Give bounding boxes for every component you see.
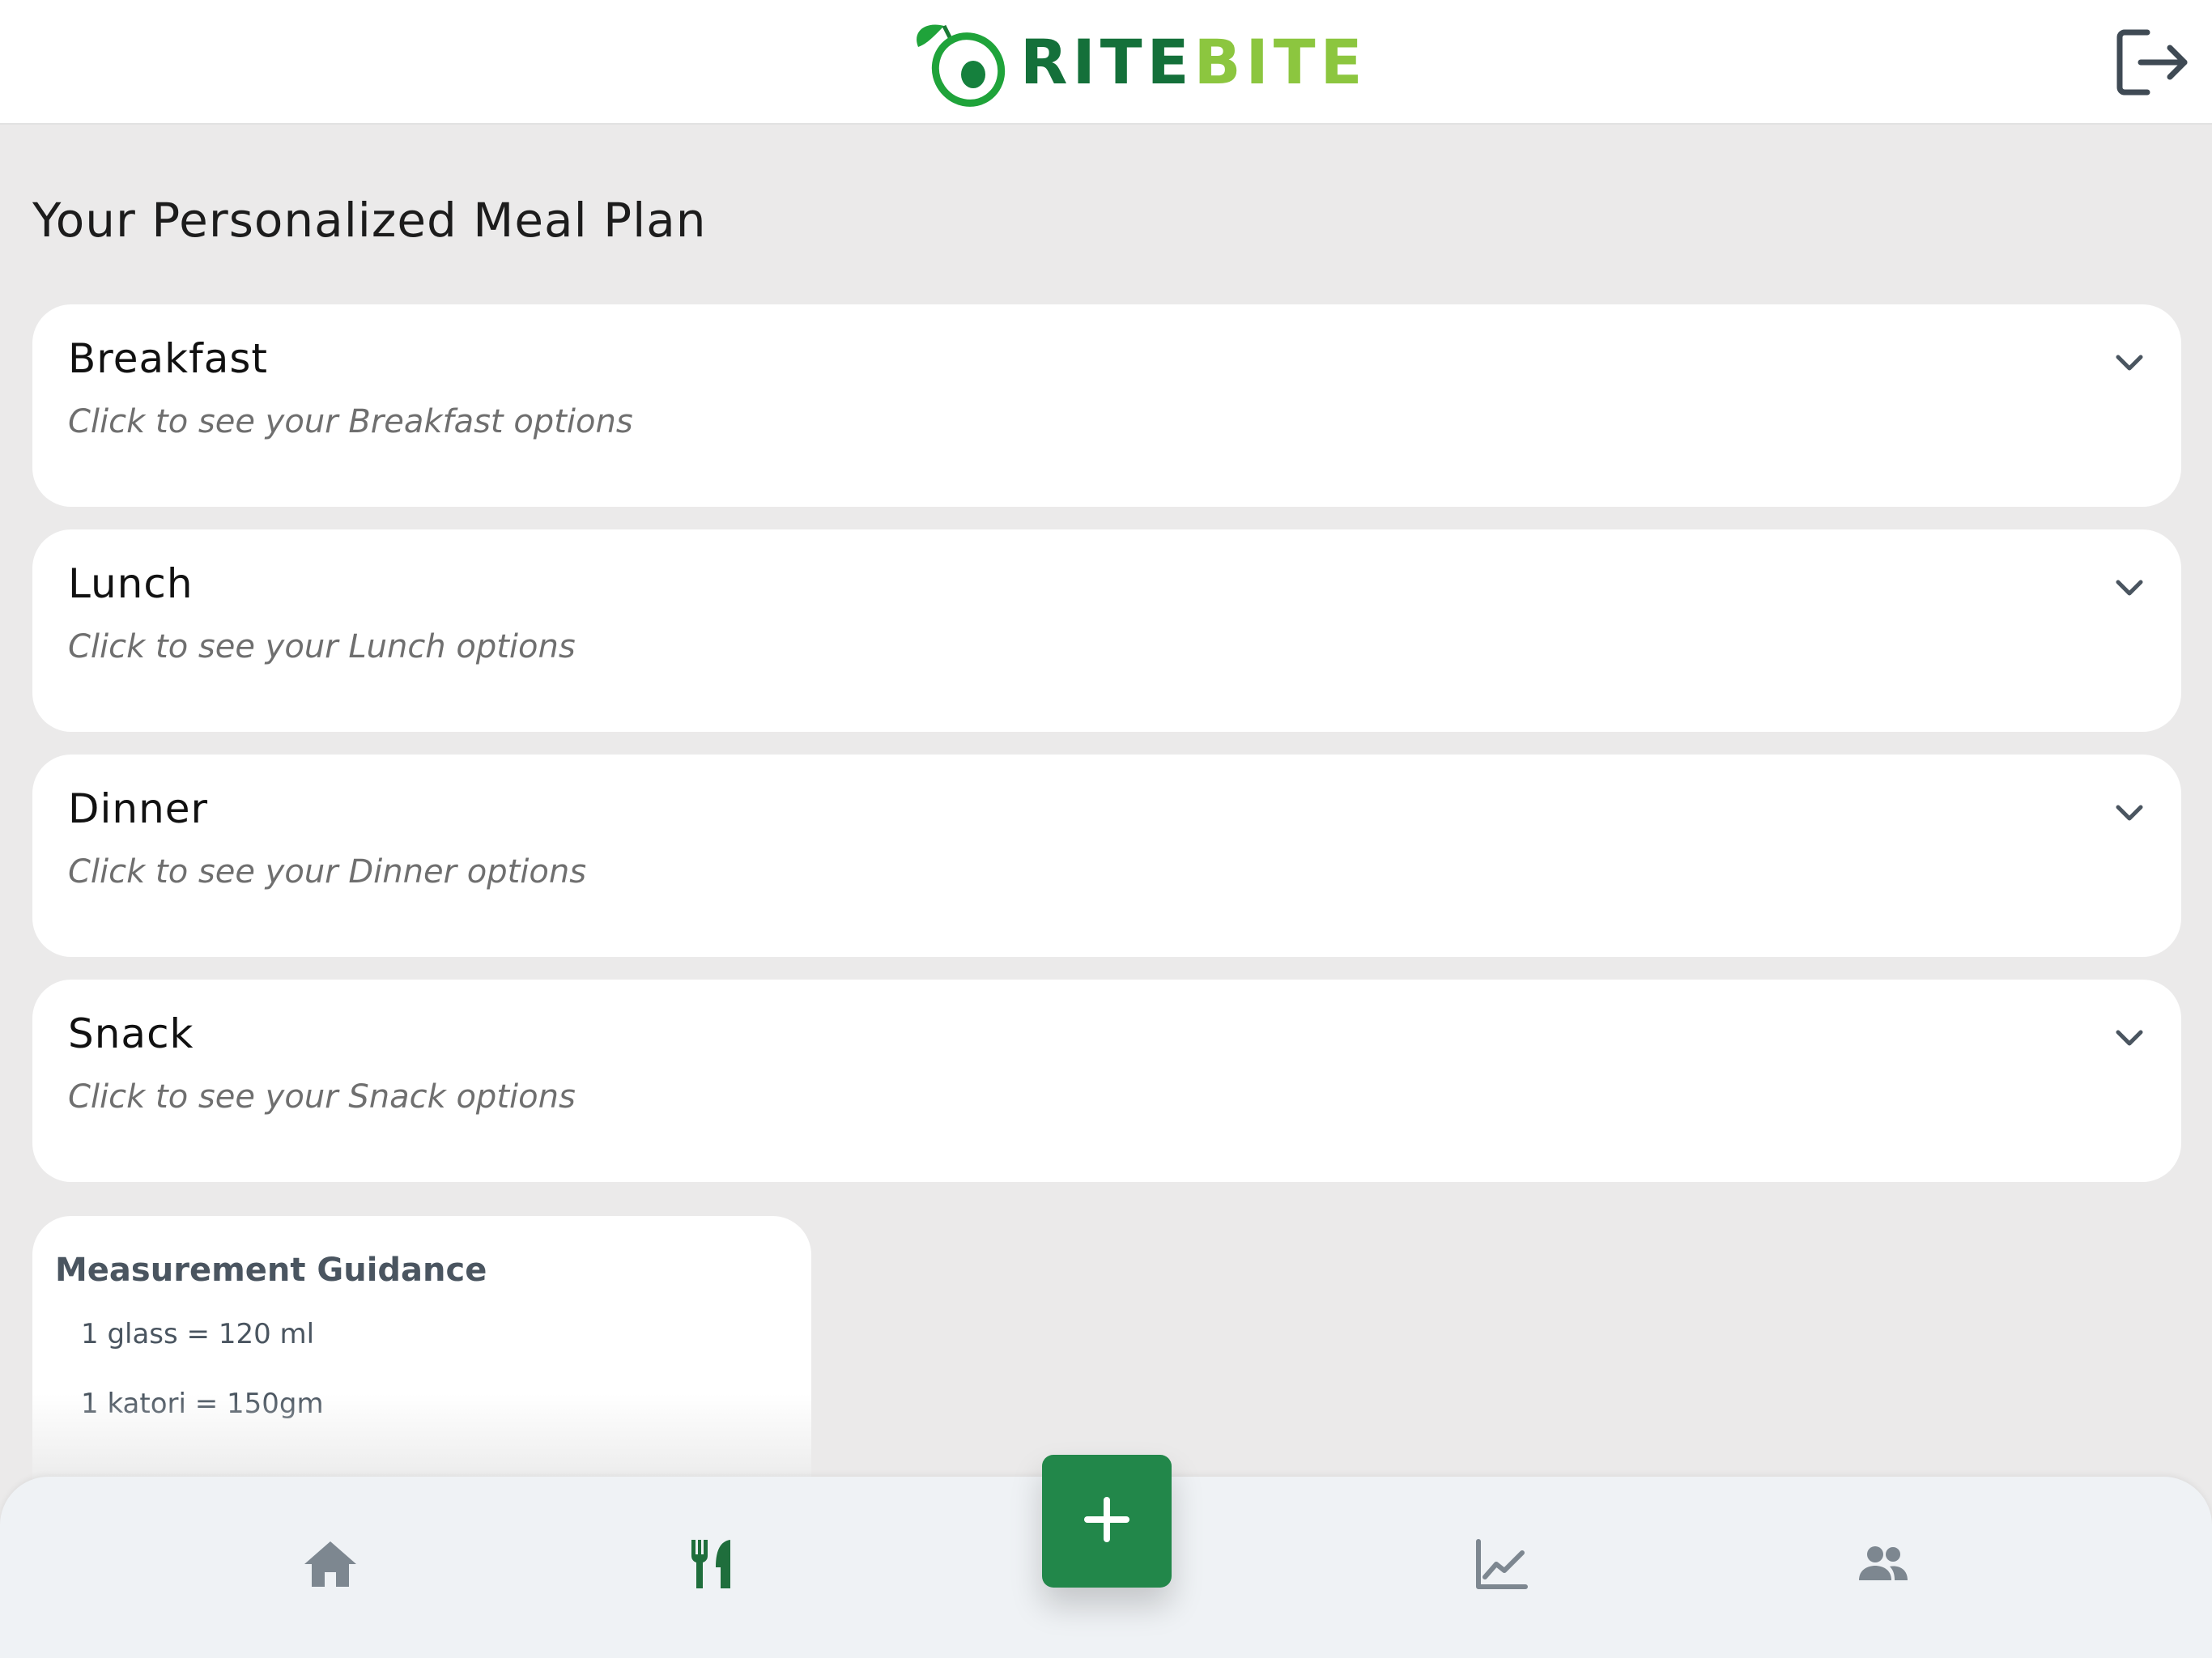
- brand-name: RITEBITE: [1020, 32, 1368, 93]
- meal-card-breakfast[interactable]: Breakfast Click to see your Breakfast op…: [32, 304, 2181, 507]
- nav-progress[interactable]: [1461, 1525, 1542, 1606]
- plus-icon: [1081, 1494, 1133, 1550]
- brand-name-rite: RITE: [1020, 26, 1194, 98]
- utensils-icon: [683, 1535, 742, 1597]
- meal-card-snack[interactable]: Snack Click to see your Snack options: [32, 980, 2181, 1182]
- logout-button[interactable]: [2116, 28, 2189, 97]
- nav-home[interactable]: [290, 1525, 371, 1606]
- guidance-item: 1 glass = 120 ml: [81, 1318, 315, 1350]
- meal-card-dinner[interactable]: Dinner Click to see your Dinner options: [32, 755, 2181, 957]
- app-header: RITEBITE: [0, 0, 2212, 125]
- meal-title: Breakfast: [68, 335, 269, 382]
- meal-title: Dinner: [68, 785, 209, 832]
- nav-community[interactable]: [1843, 1525, 1924, 1606]
- home-icon: [301, 1535, 359, 1597]
- people-icon: [1854, 1535, 1912, 1597]
- measurement-guidance-card: Measurement Guidance 1 glass = 120 ml 1 …: [32, 1216, 811, 1483]
- meal-subtitle: Click to see your Snack options: [68, 1078, 576, 1116]
- nav-meal-plan[interactable]: [672, 1525, 753, 1606]
- meal-title: Lunch: [68, 560, 194, 607]
- add-button[interactable]: [1042, 1455, 1172, 1588]
- logout-icon: [2116, 29, 2189, 100]
- page-title: Your Personalized Meal Plan: [32, 193, 707, 248]
- guidance-title: Measurement Guidance: [55, 1252, 487, 1289]
- chevron-down-icon[interactable]: [2112, 795, 2147, 831]
- avocado-icon: [904, 15, 1009, 111]
- chevron-down-icon[interactable]: [2112, 570, 2147, 606]
- ritebite-logo[interactable]: RITEBITE: [904, 16, 1368, 108]
- chevron-down-icon[interactable]: [2112, 1020, 2147, 1056]
- meal-subtitle: Click to see your Breakfast options: [68, 403, 633, 440]
- meal-subtitle: Click to see your Dinner options: [68, 853, 587, 891]
- meal-card-lunch[interactable]: Lunch Click to see your Lunch options: [32, 529, 2181, 732]
- brand-name-bite: BITE: [1193, 26, 1368, 98]
- meal-title: Snack: [68, 1010, 194, 1057]
- chart-icon: [1472, 1535, 1530, 1597]
- meal-subtitle: Click to see your Lunch options: [68, 628, 576, 665]
- chevron-down-icon[interactable]: [2112, 345, 2147, 380]
- scroll-fade: [32, 1394, 811, 1483]
